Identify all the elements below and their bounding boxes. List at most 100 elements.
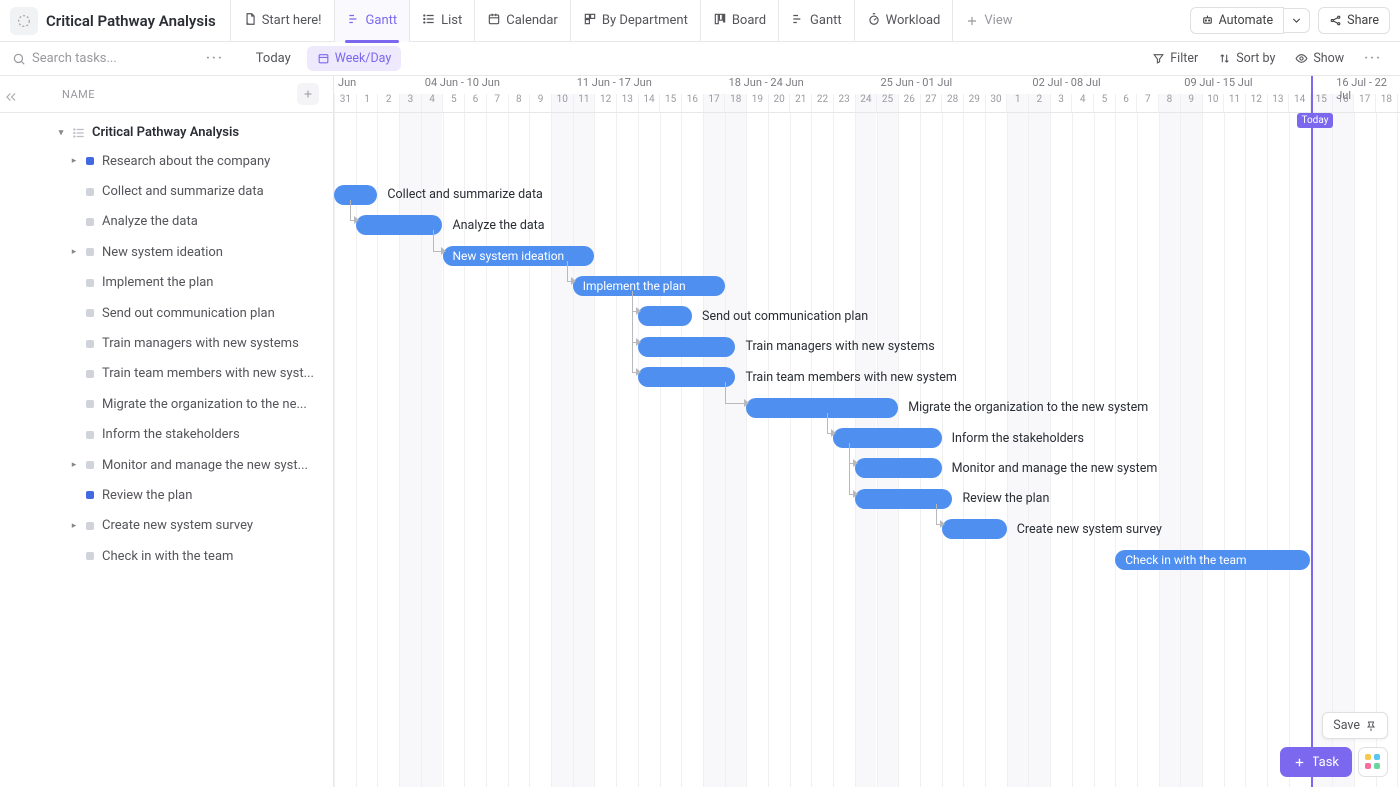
gantt-bar[interactable]: Send out communication plan [638,306,692,326]
day-cell: 4 [421,94,443,112]
gantt-bar[interactable]: Migrate the organization to the new syst… [746,398,898,418]
day-cell: 2 [377,94,399,112]
task-row[interactable]: Train team members with new syst... [0,359,333,389]
gantt-icon [347,12,361,30]
share-button[interactable]: Share [1318,7,1390,34]
task-row[interactable]: ▸ Research about the company [0,146,333,176]
task-row[interactable]: ▸ Create new system survey [0,511,333,541]
tab-calendar[interactable]: Calendar [474,0,570,42]
task-row[interactable]: Migrate the organization to the ne... [0,389,333,419]
gantt-bar[interactable]: Train managers with new systems [638,337,736,357]
sort-icon [1218,52,1231,65]
bar-row: Send out communication plan [334,301,1400,331]
status-square [86,522,94,530]
gantt-bar[interactable]: New system ideation [443,246,595,266]
caret-icon [70,430,78,440]
day-cell: 12 [594,94,616,112]
automate-button[interactable]: Automate [1190,7,1285,34]
filter-button[interactable]: Filter [1146,47,1204,70]
status-square [86,340,94,348]
plus-icon [965,14,979,28]
tab-gantt[interactable]: Gantt [334,0,410,42]
gantt-bar[interactable]: Create new system survey [942,519,1007,539]
search-placeholder: Search tasks... [32,51,117,66]
gantt-bar[interactable]: Implement the plan [573,276,725,296]
tab-label: Board [732,13,766,28]
day-cell: 10 [1202,94,1224,112]
bar-row: Implement the plan [334,271,1400,301]
tab-board[interactable]: Board [700,0,778,42]
task-label: Research about the company [102,154,270,169]
dependency-line [725,403,746,404]
filterbar-more-button[interactable]: ··· [1358,51,1388,66]
task-row[interactable]: ▸ New system ideation [0,237,333,267]
bar-row: Inform the stakeholders [334,423,1400,453]
day-cell: 3 [399,94,421,112]
day-cell: 14 [638,94,660,112]
gantt-bar[interactable]: Train team members with new system [638,367,736,387]
add-column-button[interactable] [297,83,319,105]
tab-label: Gantt [366,13,398,28]
day-cell: 9 [529,94,551,112]
collapse-sidebar-button[interactable] [0,86,22,108]
dependency-line [827,413,828,433]
day-cell: 30 [985,94,1007,112]
task-list: ▾ Critical Pathway Analysis▸ Research ab… [0,113,333,571]
task-row[interactable]: ▸ Monitor and manage the new syst... [0,450,333,480]
day-cell: 3 [1050,94,1072,112]
task-row[interactable]: Check in with the team [0,541,333,571]
day-cell: 5 [442,94,464,112]
task-row[interactable]: Implement the plan [0,268,333,298]
status-square [86,461,94,469]
automate-dropdown[interactable] [1284,8,1310,33]
group-label: Critical Pathway Analysis [92,125,239,140]
bar-label: Monitor and manage the new system [952,458,1158,478]
gantt-bar[interactable]: Review the plan [855,489,953,509]
page-title[interactable]: Critical Pathway Analysis [46,12,216,30]
tab-label: By Department [602,13,688,28]
task-row[interactable]: Inform the stakeholders [0,420,333,450]
main-area: NAME ▾ Critical Pathway Analysis▸ Resear… [0,76,1400,787]
task-row[interactable]: Collect and summarize data [0,176,333,206]
more-options-button[interactable]: ··· [200,51,230,66]
sort-button[interactable]: Sort by [1212,47,1281,70]
task-row[interactable]: Analyze the data [0,207,333,237]
bar-row: Train managers with new systems [334,332,1400,362]
tab-by-department[interactable]: By Department [570,0,700,42]
day-cell: 24 [855,94,877,112]
task-row[interactable]: Send out communication plan [0,298,333,328]
tab-list[interactable]: List [409,0,474,42]
plus-icon [302,88,314,100]
tab-gantt[interactable]: Gantt [778,0,854,42]
add-view-button[interactable]: View [952,0,1024,42]
gantt-chart[interactable]: Jun04 Jun - 10 Jun11 Jun - 17 Jun18 Jun … [334,76,1400,787]
gantt-bar[interactable]: Monitor and manage the new system [855,458,942,478]
today-button[interactable]: Today [248,47,299,70]
task-row[interactable]: Review the plan [0,480,333,510]
weekday-toggle[interactable]: Week/Day [307,46,401,71]
search-input[interactable]: Search tasks... [12,51,192,66]
bar-label: Collect and summarize data [387,185,542,205]
show-button[interactable]: Show [1289,47,1350,70]
task-row[interactable]: Train managers with new systems [0,328,333,358]
task-label: New system ideation [102,245,223,260]
timeline-header: Jun04 Jun - 10 Jun11 Jun - 17 Jun18 Jun … [334,76,1400,113]
filter-label: Filter [1170,51,1198,66]
group-row[interactable]: ▾ Critical Pathway Analysis [0,119,333,146]
day-cell: 6 [1115,94,1137,112]
dependency-arrow-icon [354,216,359,224]
task-label: Collect and summarize data [102,184,264,199]
task-label: Send out communication plan [102,306,275,321]
week-label: 09 Jul - 15 Jul [1180,76,1252,89]
day-cell: 5 [1093,94,1115,112]
gantt-bar[interactable]: Collect and summarize data [334,185,377,205]
day-cell: 23 [833,94,855,112]
tab-start-here-[interactable]: Start here! [230,0,334,42]
gantt-bar[interactable]: Analyze the data [356,215,443,235]
task-label: Implement the plan [102,275,213,290]
gantt-bar[interactable]: Check in with the team [1115,550,1310,570]
tab-workload[interactable]: Workload [854,0,953,42]
caret-icon [70,339,78,349]
dependency-arrow-icon [853,459,858,467]
top-bar: Critical Pathway Analysis Start here! Gan… [0,0,1400,42]
